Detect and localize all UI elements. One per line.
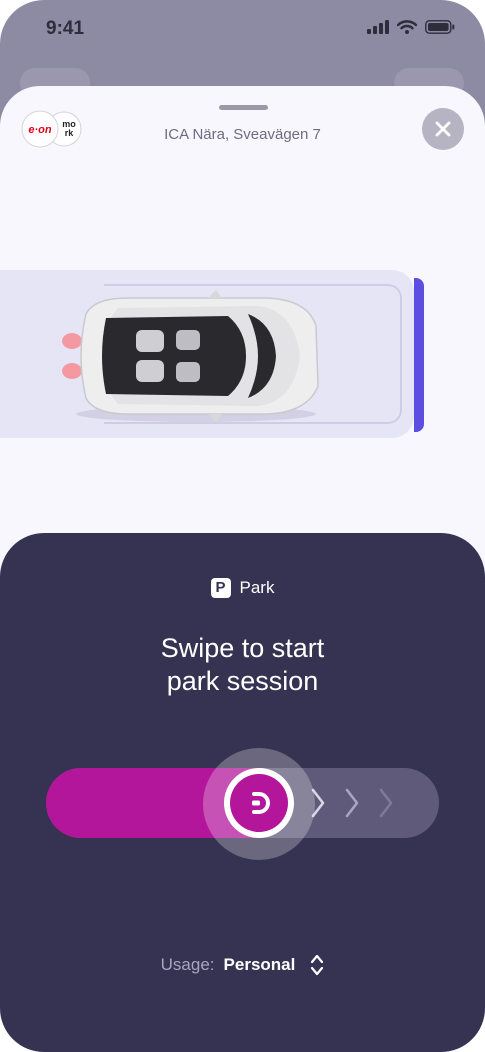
- close-button[interactable]: [422, 108, 464, 150]
- location-title: ICA Nära, Sveavägen 7: [164, 126, 321, 143]
- usage-selector[interactable]: Usage: Personal: [0, 953, 485, 977]
- swipe-instruction: Swipe to start park session: [0, 632, 485, 698]
- wifi-icon: [397, 20, 417, 34]
- sheet-grabber[interactable]: [219, 105, 268, 110]
- parking-p-icon: P: [210, 578, 231, 598]
- park-panel: P Park Swipe to start park session Usage…: [0, 533, 485, 1052]
- chevron-right-icon: [345, 788, 359, 818]
- swipe-instruction-line-2: park session: [166, 666, 319, 696]
- car-illustration: [62, 290, 319, 422]
- battery-icon: [425, 20, 455, 34]
- park-mode-text: Park: [239, 578, 275, 597]
- swipe-instruction-line-1: Swipe to start: [160, 633, 325, 663]
- park-mode-label: P Park: [0, 578, 485, 598]
- status-icons: [367, 20, 455, 34]
- chevron-up-down-icon: [311, 954, 324, 976]
- brand-d-icon: [251, 792, 270, 814]
- signal-icon: [367, 20, 389, 34]
- swipe-knob-inner: [229, 774, 288, 832]
- usage-label: Usage:: [160, 955, 215, 974]
- swipe-knob[interactable]: [223, 768, 294, 838]
- phone-screen: 9:41 e·on mo rk ICA Nära, Sveavägen 7 P …: [0, 0, 485, 1052]
- close-icon: [435, 121, 451, 137]
- usage-value: Personal: [223, 955, 296, 974]
- status-time: 9:41: [46, 18, 85, 39]
- chevron-right-icon: [379, 788, 393, 818]
- status-bar: 9:41: [0, 0, 485, 62]
- stall-indicator: [414, 278, 424, 432]
